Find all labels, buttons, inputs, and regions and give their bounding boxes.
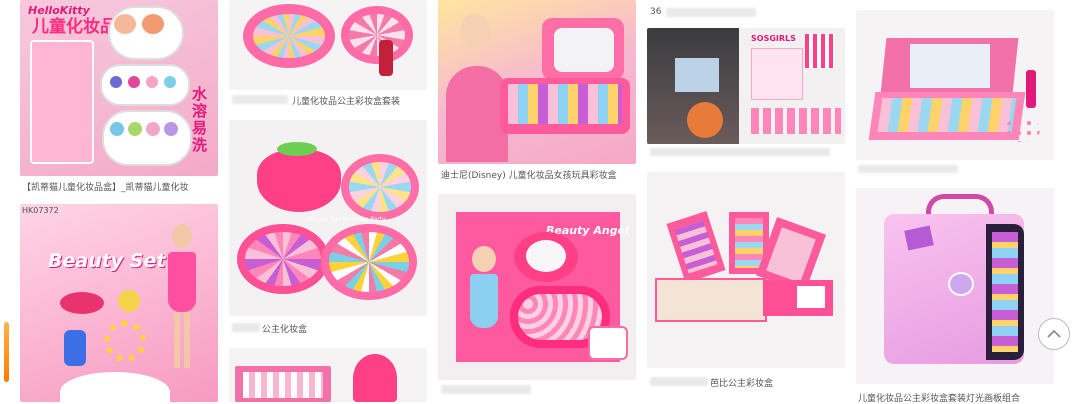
- princess-figure: [446, 6, 508, 162]
- caption-disney[interactable]: 迪士尼(Disney) 儿童化妆品女孩玩具彩妆盒: [441, 168, 637, 181]
- nail-polish: [64, 330, 86, 366]
- caption-light-board[interactable]: 儿童化妆品公主彩妆盒套装灯光画板组合: [858, 391, 1054, 404]
- product-image-barbie-book[interactable]: [647, 172, 845, 368]
- product-image-disney[interactable]: [438, 0, 636, 164]
- product-image-snow-white[interactable]: [856, 10, 1054, 160]
- doll-figure: [164, 220, 200, 374]
- product-image-barbie-set[interactable]: [229, 348, 427, 402]
- side-progress-indicator: [4, 322, 9, 382]
- heart-tray: [60, 372, 170, 402]
- product-image-beauty-angel[interactable]: Beauty Angel: [438, 194, 636, 380]
- chevron-up-icon: [1047, 329, 1061, 338]
- caption-hello-kitty[interactable]: 【凯蒂猫儿童化妆品盒】_凯蒂猫儿童化妆: [22, 180, 218, 193]
- product-image-strawberry[interactable]: Happy Fun Birthday Party: [229, 120, 427, 316]
- ring-piece: [118, 290, 140, 312]
- product-image-palette-top[interactable]: [229, 0, 427, 90]
- product-image-beauty-set[interactable]: HK07372 Beauty Set: [20, 204, 218, 402]
- beauty-set-title: Beauty Set: [48, 250, 166, 272]
- strawberry-lid: [257, 150, 341, 212]
- lips-piece: [60, 292, 104, 314]
- vanity-case: [500, 18, 630, 134]
- scroll-to-top-button[interactable]: [1038, 318, 1070, 350]
- caption-princess-box[interactable]: 公主化妆盒: [232, 322, 428, 335]
- palette-stack: [100, 6, 192, 166]
- code-label: HK07372: [22, 206, 59, 215]
- sosgirls-title: SOSGIRLS: [751, 34, 796, 43]
- product-image-hello-kitty[interactable]: HelloKitty 儿童化妆品 水 溶 易 洗: [20, 0, 218, 176]
- wash-text: 水 溶 易 洗: [192, 85, 208, 154]
- product-image-light-board[interactable]: [856, 188, 1054, 384]
- birthday-text: Happy Fun Birthday Party: [309, 216, 386, 223]
- bracelet-piece: [104, 320, 146, 362]
- cosmetic-box-pink: [30, 40, 94, 164]
- product-image-sosgirls[interactable]: SOSGIRLS: [647, 28, 845, 144]
